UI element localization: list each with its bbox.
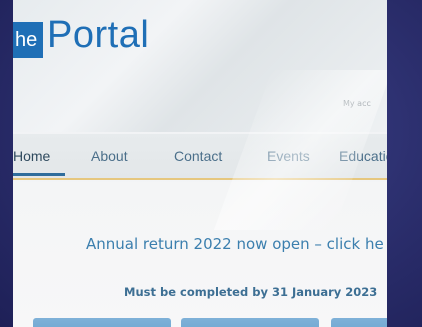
main-content: Annual return 2022 now open – click he M… (13, 182, 387, 327)
annual-return-link[interactable]: Annual return 2022 now open – click he (86, 235, 384, 253)
deadline-note: Must be completed by 31 January 2023 (124, 285, 378, 299)
portal-page: he Portal My acc Home About Contact Even… (13, 0, 387, 327)
main-nav: Home About Contact Events Educatio (13, 134, 387, 180)
logo-badge[interactable]: he (13, 22, 43, 58)
nav-item-contact[interactable]: Contact (174, 148, 222, 164)
nav-item-events[interactable]: Events (267, 148, 310, 164)
nav-item-education[interactable]: Educatio (339, 148, 387, 164)
logo-title[interactable]: Portal (47, 14, 149, 57)
tile-button-2[interactable] (181, 318, 319, 327)
nav-item-home[interactable]: Home (13, 148, 50, 164)
my-account-link[interactable]: My acc (343, 99, 371, 108)
nav-item-about[interactable]: About (91, 148, 128, 164)
tile-button-1[interactable] (33, 318, 171, 327)
active-nav-underline (13, 173, 65, 176)
site-header: he Portal My acc (13, 0, 387, 132)
tile-button-3[interactable] (331, 318, 387, 327)
